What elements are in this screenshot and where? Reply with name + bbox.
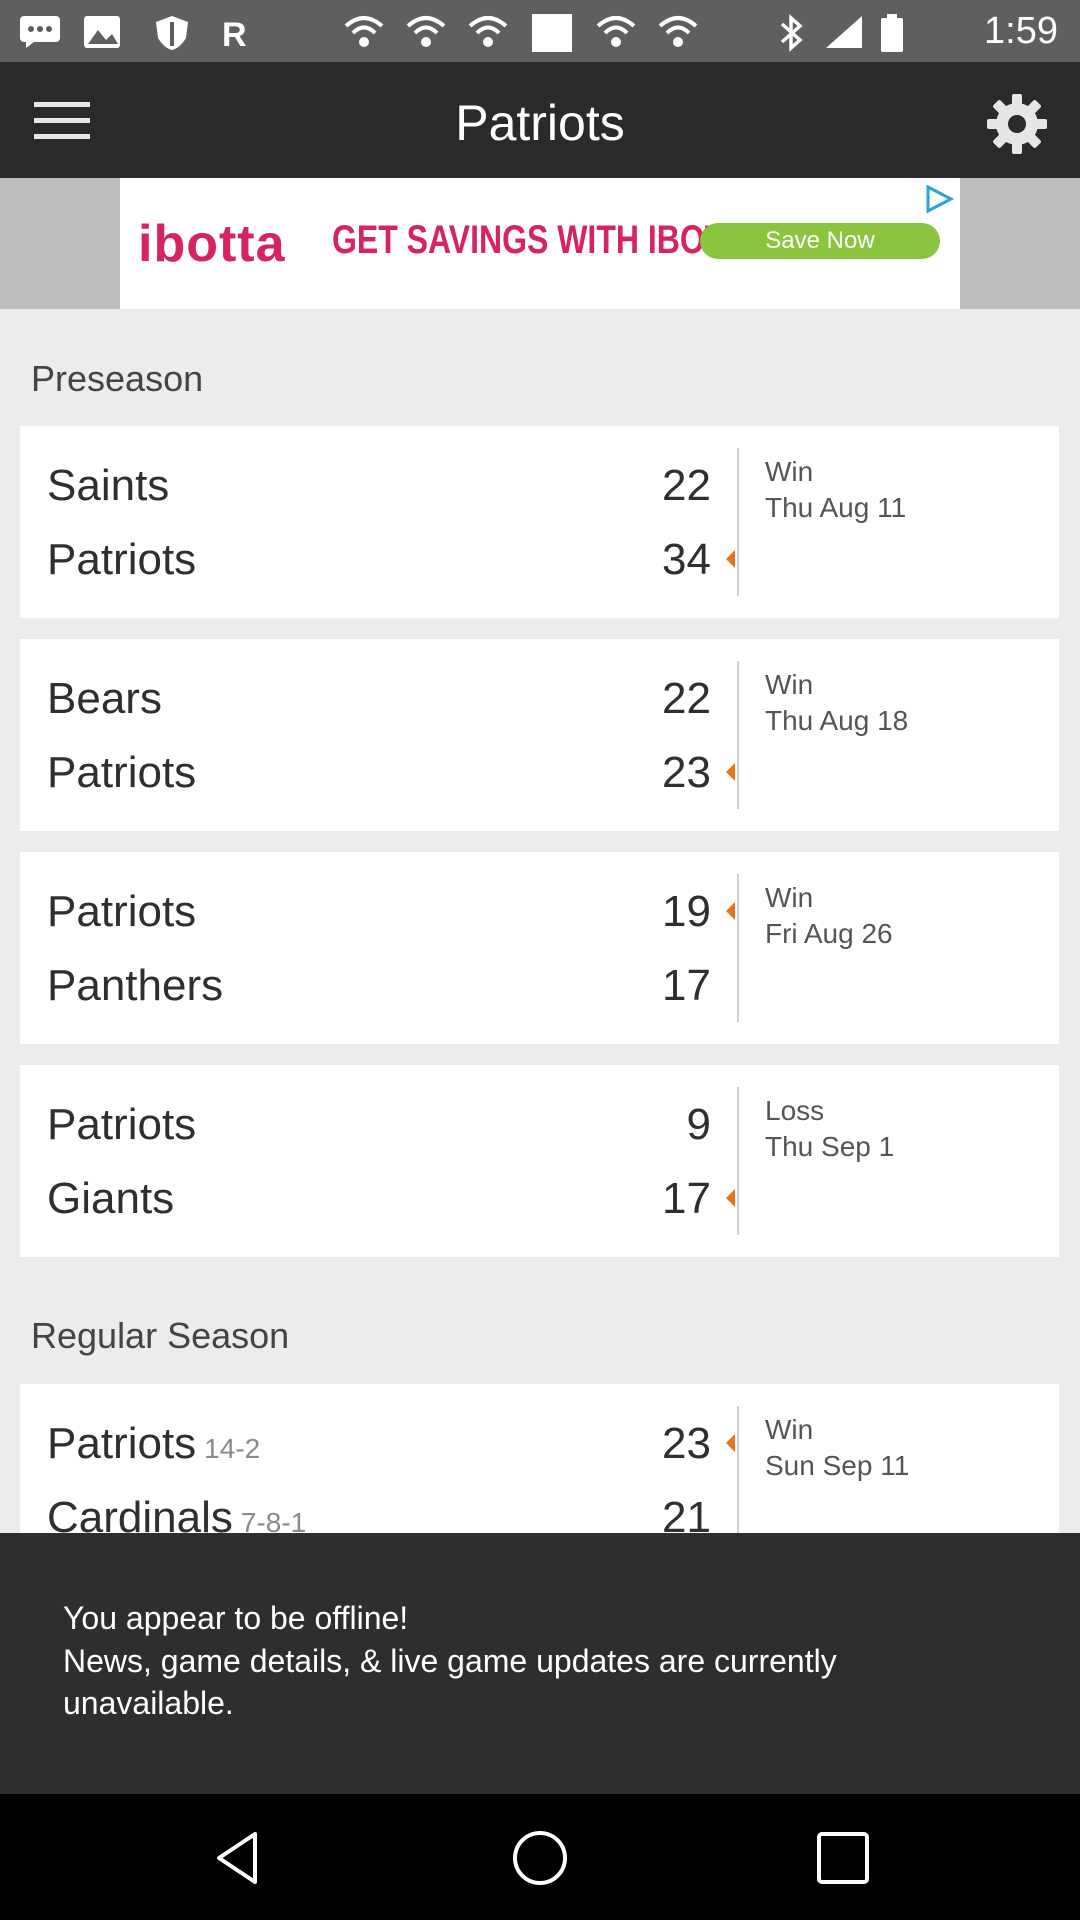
offline-message-body: unavailable. (63, 1685, 234, 1721)
svg-text:R: R (222, 16, 247, 52)
page-title: Patriots (455, 95, 625, 151)
team-name-row: Patriots 14-2 (47, 1419, 260, 1469)
team-score: 9 (686, 1100, 711, 1149)
winner-marker (726, 1434, 735, 1452)
winner-marker (726, 1189, 735, 1207)
signal-icon (826, 16, 862, 48)
section-header-regular-season: Regular Season (31, 1315, 290, 1356)
game-card[interactable]: Saints 22 Patriots 34 Win Thu Aug 11 (20, 426, 1059, 618)
winner-marker (726, 550, 735, 568)
offline-message-title: You appear to be offline! (63, 1600, 409, 1636)
status-bar: R 1:59 (0, 0, 1080, 62)
wifi-icon (468, 16, 508, 47)
team-name: Patriots (47, 1100, 197, 1149)
ad-save-button[interactable]: Save Now (700, 223, 940, 259)
game-result: Loss (765, 1095, 825, 1126)
offline-banner: You appear to be offline! News, game det… (0, 1533, 1080, 1794)
team-score: 23 (662, 1419, 711, 1468)
team-name: Patriots (47, 748, 197, 797)
game-card[interactable]: Patriots 19 Panthers 17 Win Fri Aug 26 (20, 852, 1059, 1044)
game-card[interactable]: Patriots 9 Giants 17 Loss Thu Sep 1 (20, 1065, 1059, 1257)
team-name: Bears (47, 674, 162, 723)
square-icon (532, 14, 572, 52)
team-score: 23 (662, 748, 711, 797)
game-result: Win (765, 1414, 814, 1445)
team-score: 17 (662, 1174, 711, 1223)
back-icon[interactable] (207, 1828, 267, 1888)
game-result: Win (765, 669, 814, 700)
section-header-preseason: Preseason (31, 358, 204, 399)
team-name: Patriots (47, 1419, 197, 1468)
game-date: Thu Sep 1 (765, 1131, 895, 1162)
recents-icon[interactable] (813, 1828, 873, 1888)
divider (737, 661, 739, 809)
wifi-icon (344, 16, 384, 47)
clock: 1:59 (984, 10, 1058, 52)
divider (737, 1406, 739, 1554)
game-date: Thu Aug 18 (765, 705, 909, 736)
team-score: 34 (662, 535, 711, 584)
home-icon[interactable] (510, 1828, 570, 1888)
game-result: Win (765, 456, 814, 487)
team-name: Patriots (47, 887, 197, 936)
ad-banner[interactable]: ibotta GET SAVINGS WITH IBOTTA Save Now (120, 178, 960, 309)
team-name: Panthers (47, 961, 224, 1010)
team-score: 17 (662, 961, 711, 1010)
ad-banner-strip: ibotta GET SAVINGS WITH IBOTTA Save Now (0, 178, 1080, 309)
game-card[interactable]: Bears 22 Patriots 23 Win Thu Aug 18 (20, 639, 1059, 831)
gear-icon[interactable] (985, 92, 1049, 156)
team-score: 19 (662, 887, 711, 936)
app-bar: Patriots (0, 62, 1080, 178)
wifi-icon (406, 16, 446, 47)
wifi-icon (596, 16, 636, 47)
team-name: Patriots (47, 535, 197, 584)
app-icon: R (222, 16, 247, 52)
team-name: Giants (47, 1174, 175, 1223)
image-icon (84, 16, 120, 48)
ad-brand: ibotta (138, 215, 286, 273)
battery-icon (881, 14, 903, 52)
messages-icon (20, 16, 60, 48)
offline-message-body: News, game details, & live game updates … (63, 1643, 837, 1679)
divider (737, 448, 739, 596)
bluetooth-icon (780, 14, 803, 52)
shield-icon (156, 16, 188, 50)
team-name: Saints (47, 461, 170, 510)
winner-marker (726, 902, 735, 920)
game-date: Thu Aug 11 (765, 492, 907, 523)
team-score: 22 (662, 674, 711, 723)
team-score: 22 (662, 461, 711, 510)
wifi-icon (658, 16, 698, 47)
divider (737, 1087, 739, 1235)
ad-choices-icon[interactable] (924, 184, 954, 214)
game-date: Sun Sep 11 (765, 1450, 910, 1481)
winner-marker (726, 763, 735, 781)
divider (737, 874, 739, 1022)
game-date: Fri Aug 26 (765, 918, 893, 949)
game-result: Win (765, 882, 814, 913)
navigation-bar (0, 1794, 1080, 1920)
team-record: 14-2 (204, 1433, 261, 1464)
